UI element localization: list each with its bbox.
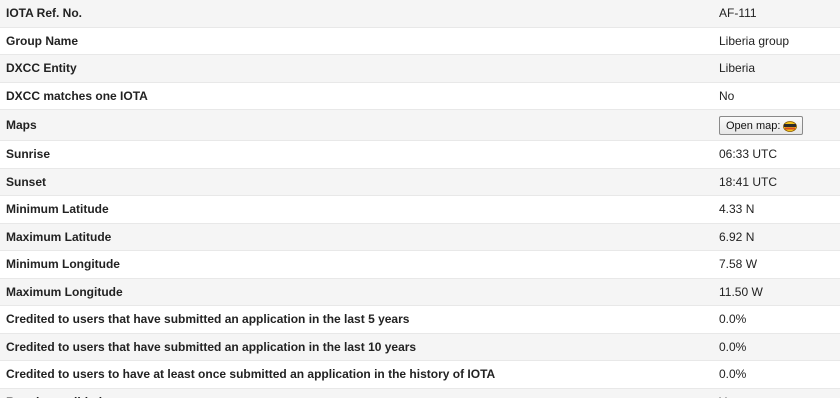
table-row: Credited to users that have submitted an…	[0, 333, 840, 361]
row-value: 18:41 UTC	[709, 168, 840, 196]
map-logo-icon	[783, 120, 798, 132]
row-label: Sunset	[0, 168, 709, 196]
row-value: 11.50 W	[709, 278, 840, 306]
table-row: Credited to users to have at least once …	[0, 360, 840, 389]
row-label: Minimum Latitude	[0, 195, 709, 224]
row-label: Credited to users to have at least once …	[0, 360, 709, 389]
table-row: IOTA Ref. No. AF-111	[0, 0, 840, 28]
iota-info-table: IOTA Ref. No. AF-111 Group Name Liberia …	[0, 0, 840, 398]
row-label: Sunrise	[0, 140, 709, 169]
row-value: 4.33 N	[709, 195, 840, 224]
row-label: Maximum Latitude	[0, 223, 709, 251]
row-value: Open map:	[709, 109, 840, 141]
row-value: 7.58 W	[709, 250, 840, 279]
table-row: Minimum Longitude 7.58 W	[0, 250, 840, 279]
table-row: Minimum Latitude 4.33 N	[0, 195, 840, 224]
table-row: Group Name Liberia group	[0, 27, 840, 55]
row-value: 6.92 N	[709, 223, 840, 251]
row-label: Credited to users that have submitted an…	[0, 305, 709, 334]
row-value: Yes	[709, 388, 840, 398]
table-row: Maximum Longitude 11.50 W	[0, 278, 840, 306]
row-value: 0.0%	[709, 305, 840, 334]
row-label: Minimum Longitude	[0, 250, 709, 279]
row-label: Requires validation	[0, 388, 709, 398]
table-row: Maximum Latitude 6.92 N	[0, 223, 840, 251]
row-value: Liberia	[709, 54, 840, 83]
row-label: Maps	[0, 109, 709, 141]
row-label: Credited to users that have submitted an…	[0, 333, 709, 361]
table-row: Requires validation Yes	[0, 388, 840, 398]
row-value: 0.0%	[709, 360, 840, 389]
row-value: No	[709, 82, 840, 110]
table-row: DXCC Entity Liberia	[0, 54, 840, 83]
row-value: 06:33 UTC	[709, 140, 840, 169]
row-label: IOTA Ref. No.	[0, 0, 709, 28]
table-row: Sunrise 06:33 UTC	[0, 140, 840, 169]
row-label: DXCC matches one IOTA	[0, 82, 709, 110]
row-label: DXCC Entity	[0, 54, 709, 83]
row-value: 0.0%	[709, 333, 840, 361]
row-label: Maximum Longitude	[0, 278, 709, 306]
table-row: Credited to users that have submitted an…	[0, 305, 840, 334]
table-row: Sunset 18:41 UTC	[0, 168, 840, 196]
row-label: Group Name	[0, 27, 709, 55]
table-row-maps: Maps Open map:	[0, 109, 840, 141]
open-map-label: Open map:	[726, 119, 781, 132]
row-value: AF-111	[709, 0, 840, 28]
open-map-button[interactable]: Open map:	[719, 116, 804, 135]
row-value: Liberia group	[709, 27, 840, 55]
table-row: DXCC matches one IOTA No	[0, 82, 840, 110]
